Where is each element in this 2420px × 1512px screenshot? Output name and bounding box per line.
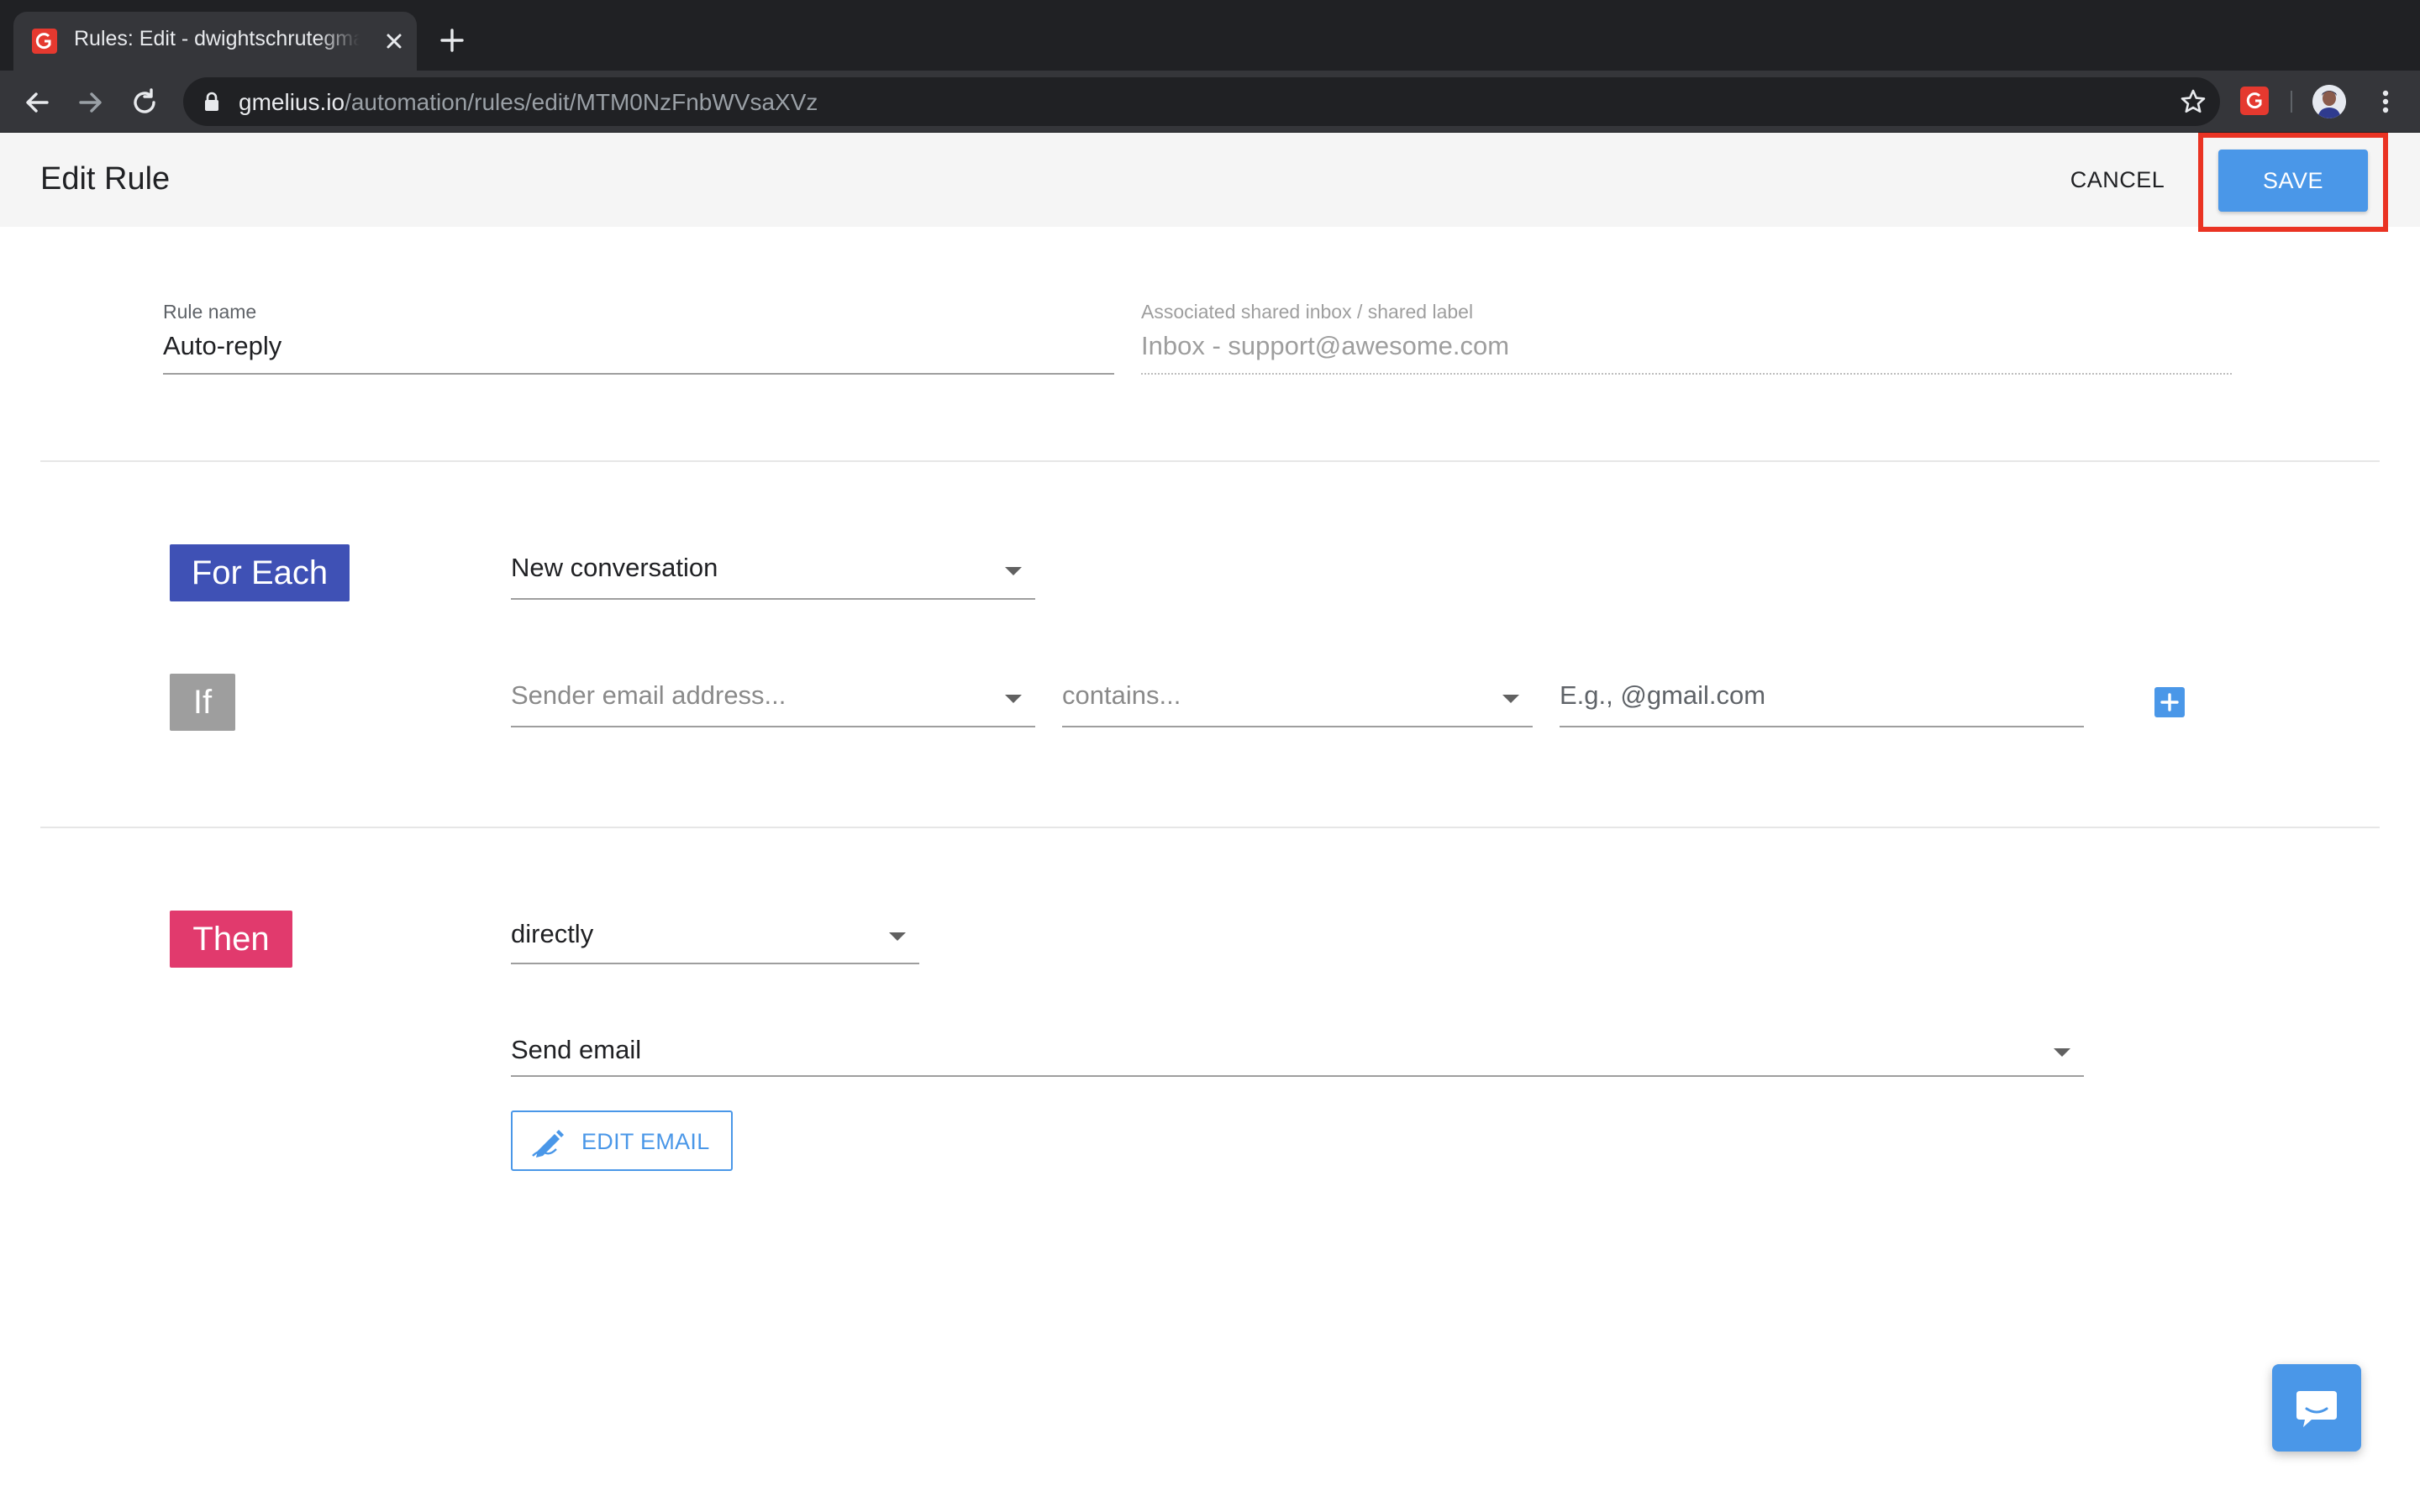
chat-button[interactable] bbox=[2272, 1364, 2361, 1452]
chevron-down-icon bbox=[889, 932, 906, 941]
page-title: Edit Rule bbox=[40, 161, 171, 197]
shared-inbox-underline bbox=[1141, 373, 2232, 375]
reload-icon[interactable] bbox=[128, 86, 161, 119]
condition-operator-select[interactable]: contains... bbox=[1062, 672, 1533, 727]
app-header: Edit Rule CANCEL SAVE bbox=[0, 133, 2420, 232]
then-badge: Then bbox=[170, 911, 292, 968]
edit-email-label: EDIT EMAIL bbox=[581, 1129, 710, 1154]
shared-inbox-label: Associated shared inbox / shared label bbox=[1141, 301, 1474, 323]
rule-name-label: Rule name bbox=[163, 301, 257, 323]
tab-title: Rules: Edit - dwightschrutegmail bbox=[74, 27, 360, 50]
cancel-button[interactable]: CANCEL bbox=[2059, 155, 2176, 205]
address-bar[interactable]: gmelius.io/automation/rules/edit/MTM0NzF… bbox=[183, 77, 2220, 126]
add-condition-button[interactable] bbox=[2154, 687, 2185, 717]
gmelius-favicon-icon bbox=[32, 29, 57, 54]
browser-tab[interactable]: Rules: Edit - dwightschrutegmail bbox=[13, 12, 417, 71]
action-value: Send email bbox=[511, 1035, 642, 1064]
section-divider bbox=[40, 460, 2380, 462]
for-each-badge: For Each bbox=[170, 544, 350, 601]
chevron-down-icon bbox=[1502, 695, 1519, 703]
timing-value: directly bbox=[511, 919, 594, 948]
shared-inbox-value: Inbox - support@awesome.com bbox=[1141, 331, 1510, 360]
browser-toolbar: gmelius.io/automation/rules/edit/MTM0NzF… bbox=[0, 71, 2420, 133]
plus-icon[interactable] bbox=[437, 25, 467, 55]
chat-bubble-icon bbox=[2296, 1391, 2337, 1427]
more-vert-icon[interactable] bbox=[2370, 86, 2402, 118]
close-icon[interactable] bbox=[380, 27, 408, 55]
gmelius-extension-icon[interactable] bbox=[2240, 87, 2269, 115]
chevron-down-icon bbox=[2054, 1048, 2070, 1057]
edit-pen-icon bbox=[532, 1130, 564, 1158]
for-each-value: New conversation bbox=[511, 553, 718, 582]
arrow-forward-icon[interactable] bbox=[74, 86, 108, 119]
url-path: /automation/rules/edit/MTM0NzFnbWVsaXVz bbox=[345, 89, 818, 115]
condition-operator-placeholder: contains... bbox=[1062, 680, 1181, 710]
browser-tab-bar: Rules: Edit - dwightschrutegmail bbox=[0, 0, 2420, 71]
action-select[interactable]: Send email bbox=[511, 1023, 2084, 1077]
avatar[interactable] bbox=[2312, 85, 2346, 118]
timing-select[interactable]: directly bbox=[511, 911, 919, 964]
rule-name-input[interactable]: Auto-reply bbox=[163, 331, 281, 361]
save-button[interactable]: SAVE bbox=[2218, 150, 2368, 212]
chevron-down-icon bbox=[1005, 567, 1022, 575]
arrow-back-icon[interactable] bbox=[20, 86, 54, 119]
condition-field-select[interactable]: Sender email address... bbox=[511, 672, 1035, 727]
lock-icon bbox=[205, 92, 218, 111]
url-text: gmelius.io/automation/rules/edit/MTM0NzF… bbox=[239, 89, 818, 116]
condition-field-placeholder: Sender email address... bbox=[511, 680, 786, 710]
toolbar-separator bbox=[2291, 91, 2292, 113]
condition-value-placeholder: E.g., @gmail.com bbox=[1560, 680, 1766, 710]
condition-value-input[interactable]: E.g., @gmail.com bbox=[1560, 672, 2084, 727]
section-divider bbox=[40, 827, 2380, 828]
star-icon[interactable] bbox=[2180, 88, 2207, 115]
edit-email-button[interactable]: EDIT EMAIL bbox=[511, 1110, 733, 1171]
url-host: gmelius.io bbox=[239, 89, 345, 115]
if-badge: If bbox=[170, 674, 235, 731]
chevron-down-icon bbox=[1005, 695, 1022, 703]
plus-square-icon bbox=[2160, 693, 2179, 711]
for-each-select[interactable]: New conversation bbox=[511, 544, 1035, 600]
rule-name-underline bbox=[163, 373, 1114, 375]
